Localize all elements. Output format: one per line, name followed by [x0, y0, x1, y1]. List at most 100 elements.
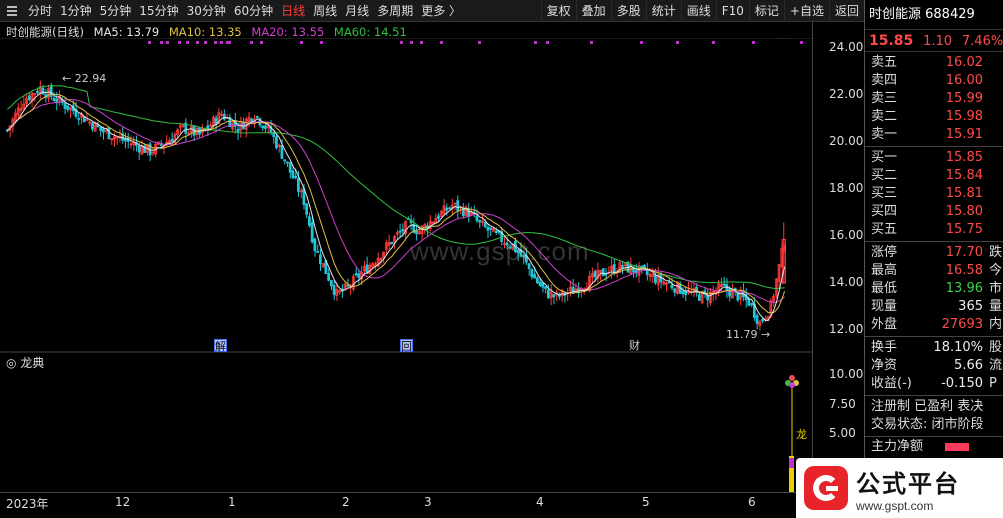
ma5-line: [7, 91, 786, 322]
event-marker-unlock[interactable]: 解: [214, 339, 227, 353]
candle-body: [541, 282, 545, 288]
tab-7[interactable]: 周线: [309, 0, 341, 22]
candle-body: [456, 200, 460, 211]
quote-row: 卖五 16.02: [865, 54, 1003, 72]
stock-label: 时创能源(日线): [6, 25, 84, 39]
candle-body: [107, 127, 111, 140]
event-marker-finance[interactable]: 财: [628, 339, 641, 352]
menu-icon[interactable]: [0, 0, 24, 22]
signal-dot: [440, 41, 443, 44]
candle-body: [357, 273, 361, 279]
tab-4[interactable]: 30分钟: [183, 0, 230, 22]
quote-label: 买三: [871, 186, 898, 201]
candle-body: [478, 219, 482, 223]
candle-body: [670, 284, 674, 289]
quote-value: 17.70: [945, 245, 983, 260]
quote-value: 5.66: [954, 358, 983, 373]
signal-dot: [752, 41, 755, 44]
candle-body: [255, 116, 259, 118]
signal-dot: [410, 41, 413, 44]
candle-body: [297, 177, 300, 192]
tool-button-1[interactable]: 叠加: [575, 0, 611, 22]
tab-0[interactable]: 分时: [24, 0, 56, 22]
signal-dot: [204, 41, 207, 44]
tool-button-7[interactable]: +自选: [783, 0, 829, 22]
candle-body: [593, 271, 597, 278]
price-tick: 22.00: [829, 87, 864, 101]
candlestick-chart[interactable]: [0, 38, 812, 492]
quote-value: 15.99: [945, 91, 983, 106]
tool-button-5[interactable]: F10: [715, 0, 749, 22]
candle-body: [604, 273, 608, 276]
high-annotation: ← 22.94: [62, 72, 107, 85]
quote-value: 16.02: [945, 55, 983, 70]
quote-row: 买二 15.84: [865, 167, 1003, 185]
tool-button-0[interactable]: 复权: [540, 0, 576, 22]
quote-label: 买五: [871, 222, 898, 237]
tab-9[interactable]: 多周期: [373, 0, 417, 22]
current-price: 15.85: [869, 33, 914, 49]
quote-row: 净资 5.66 流: [865, 357, 1003, 375]
candle-body: [722, 283, 726, 286]
tool-button-2[interactable]: 多股: [610, 0, 646, 22]
quote-value: 15.91: [945, 127, 983, 142]
quote-row: 现量 365 量: [865, 298, 1003, 316]
main-flow-row: 主力净额: [865, 439, 1003, 455]
info-tags: 注册制 已盈利 表决: [871, 399, 984, 414]
quote-label: 换手: [871, 340, 898, 355]
signal-dot: [260, 41, 263, 44]
candle-body: [346, 284, 350, 287]
tab-6[interactable]: 日线: [277, 0, 309, 22]
quote-panel: 时创能源 688429 15.85 1.10 7.46% 卖五 16.02 卖四 16…: [864, 0, 1003, 518]
candle-body: [294, 175, 298, 179]
quote-row: 最低 13.96 市: [865, 280, 1003, 298]
tool-buttons: 复权 叠加 多股 统计 画线 F10 标记 +自选 返回: [540, 0, 864, 22]
quote-value: 16.00: [945, 73, 983, 88]
candle-body: [684, 290, 688, 296]
price-tick: 24.00: [829, 40, 864, 54]
candle-body: [645, 269, 649, 276]
tab-3[interactable]: 15分钟: [135, 0, 182, 22]
tool-button-8[interactable]: 返回: [828, 0, 864, 22]
candle-body: [96, 124, 100, 128]
signal-dot: [186, 41, 189, 44]
tab-8[interactable]: 月线: [341, 0, 373, 22]
event-marker-buyback[interactable]: 回: [400, 339, 413, 353]
main-flow-label: 主力净额: [871, 439, 924, 454]
tool-button-3[interactable]: 统计: [645, 0, 681, 22]
ma10-label: MA10: 13.35: [168, 25, 242, 39]
sub-tick: 7.50: [829, 397, 856, 411]
signal-dot: [166, 41, 169, 44]
date-tick: 4: [536, 495, 544, 509]
candle-body: [552, 294, 556, 298]
tab-10[interactable]: 更多 〉: [417, 0, 465, 22]
tool-button-4[interactable]: 画线: [680, 0, 716, 22]
candle-body: [170, 139, 174, 143]
quote-extra: 流: [989, 358, 1003, 373]
candle-body: [63, 102, 67, 109]
quote-row: 买四 15.80: [865, 203, 1003, 221]
quote-value: 18.10%: [933, 340, 983, 355]
signal-dot: [478, 41, 481, 44]
candle-body: [275, 136, 278, 149]
candle-body: [332, 285, 336, 295]
candle-body: [236, 128, 240, 133]
candle-body: [41, 87, 45, 95]
signal-dot: [640, 41, 643, 44]
tab-1[interactable]: 1分钟: [56, 0, 96, 22]
signal-dot: [160, 41, 163, 44]
quote-label: 买四: [871, 204, 898, 219]
tab-5[interactable]: 60分钟: [230, 0, 277, 22]
signal-dot: [590, 41, 593, 44]
tool-button-6[interactable]: 标记: [748, 0, 784, 22]
quote-extra: 跌: [989, 245, 1003, 260]
signal-dot: [800, 41, 803, 44]
quote-value: -0.150: [941, 376, 983, 391]
sub-panel-title: ◎ 龙典: [6, 356, 45, 370]
ma20-line: [7, 98, 785, 304]
quote-extra: 市: [989, 281, 1003, 296]
tab-2[interactable]: 5分钟: [96, 0, 136, 22]
candle-body: [698, 294, 701, 301]
quote-extra: 今: [989, 263, 1003, 278]
signal-dot: [148, 41, 151, 44]
